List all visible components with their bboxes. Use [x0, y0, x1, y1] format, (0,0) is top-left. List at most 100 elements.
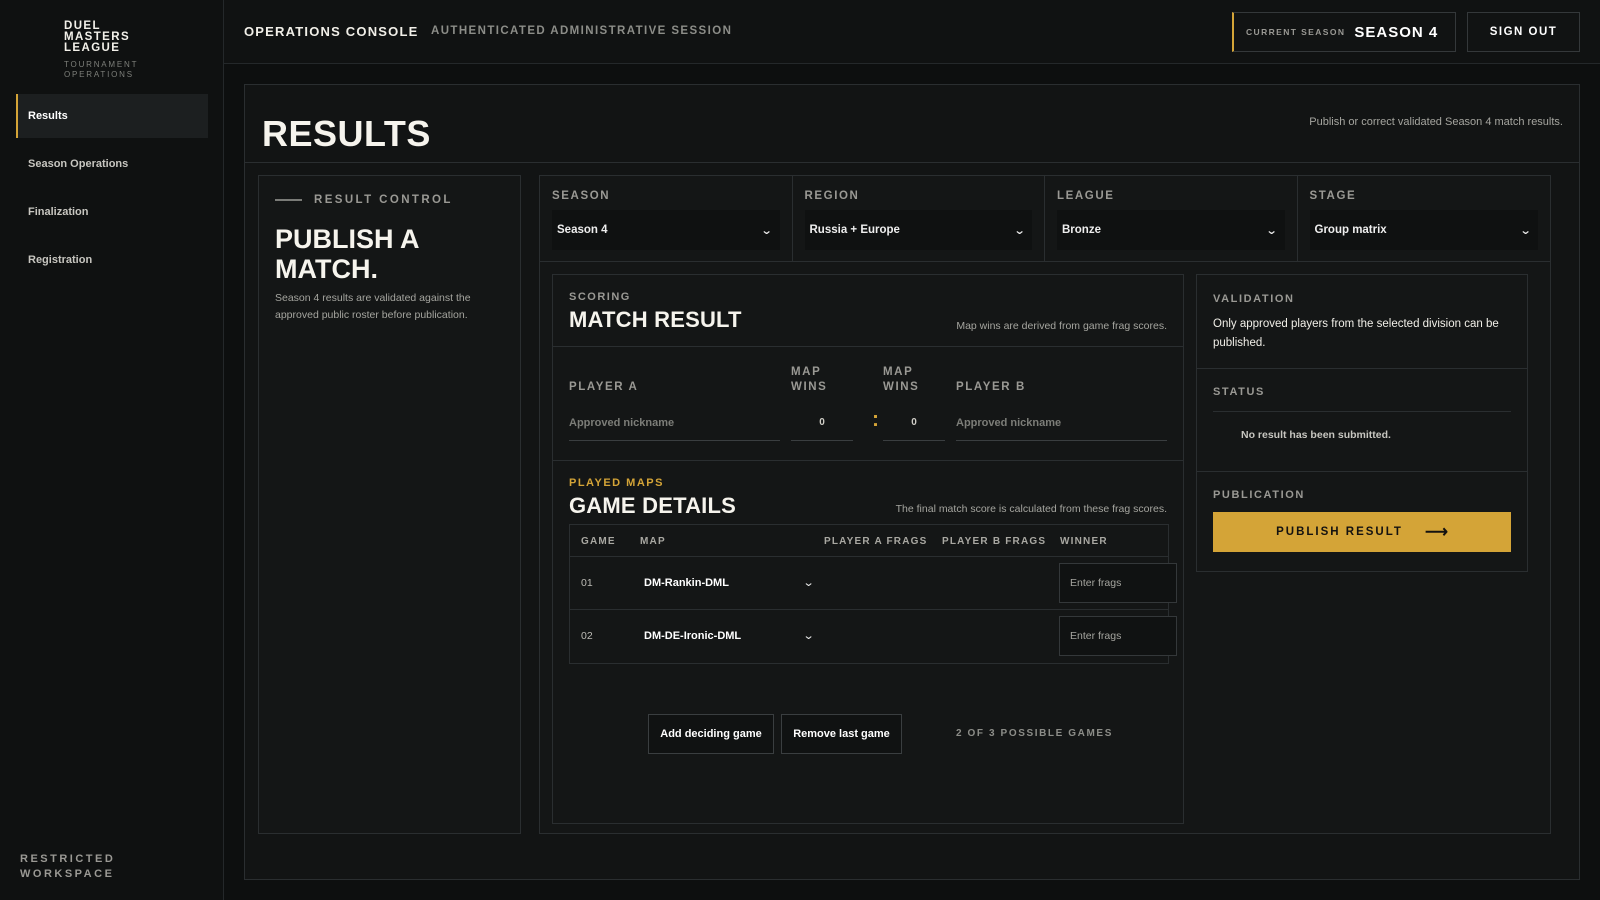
- current-season-badge: CURRENT SEASON SEASON 4: [1232, 12, 1456, 52]
- side-panel: VALIDATION Only approved players from th…: [1196, 274, 1528, 572]
- game-number: 02: [581, 630, 593, 642]
- region-filter: REGION Russia + Europe ⌄: [793, 176, 1045, 262]
- frags-input[interactable]: Enter frags: [1059, 616, 1177, 656]
- publication-section: PUBLICATION PUBLISH RESULT ⟶: [1197, 472, 1527, 571]
- sidebar-footer: RESTRICTED WORKSPACE: [20, 853, 116, 880]
- league-select-value: Bronze: [1062, 224, 1101, 236]
- score-separator: :: [872, 408, 879, 431]
- chevron-down-icon: ⌄: [1265, 224, 1278, 237]
- region-filter-label: REGION: [804, 190, 860, 202]
- map-select[interactable]: DM-Rankin-DML: [644, 577, 729, 589]
- dash-icon: [275, 199, 302, 201]
- frags-input[interactable]: Enter frags: [1059, 563, 1177, 603]
- status-text: No result has been submitted.: [1241, 429, 1391, 441]
- publish-result-button[interactable]: PUBLISH RESULT ⟶: [1213, 512, 1511, 552]
- brand-subtitle: TOURNAMENT OPERATIONS: [64, 60, 139, 79]
- season-filter-label: SEASON: [552, 190, 611, 202]
- games-count: 2 OF 3 POSSIBLE GAMES: [956, 728, 1113, 739]
- page-header: RESULTS Publish or correct validated Sea…: [245, 85, 1579, 163]
- topbar: OPERATIONS CONSOLE AUTHENTICATED ADMINIS…: [224, 0, 1600, 64]
- map-wins-b-label: MAP WINS: [883, 366, 920, 393]
- scoring-kicker: SCORING: [569, 291, 631, 303]
- col-player-b-frags: PLAYER B FRAGS: [942, 536, 1047, 547]
- col-map: MAP: [640, 536, 666, 547]
- stage-select[interactable]: Group matrix ⌄: [1309, 210, 1538, 250]
- map-wins-b-input[interactable]: 0: [883, 405, 945, 441]
- chevron-down-icon: ⌄: [1013, 224, 1026, 237]
- result-control-panel: RESULT CONTROL PUBLISH A MATCH. Season 4…: [258, 175, 521, 834]
- publish-match-title: PUBLISH A MATCH.: [275, 224, 420, 284]
- session-subtitle: AUTHENTICATED ADMINISTRATIVE SESSION: [431, 25, 733, 37]
- game-details-title: GAME DETAILS: [569, 493, 736, 518]
- match-result-title: MATCH RESULT: [569, 307, 742, 332]
- season-filter: SEASON Season 4 ⌄: [540, 176, 793, 262]
- result-workspace: SEASON Season 4 ⌄ REGION Russia + Europe…: [539, 175, 1551, 834]
- map-wins-a-input[interactable]: 0: [791, 405, 853, 441]
- league-filter-label: LEAGUE: [1057, 190, 1115, 202]
- game-details-note: The final match score is calculated from…: [895, 503, 1167, 515]
- league-filter: LEAGUE Bronze ⌄: [1045, 176, 1298, 262]
- validation-section: VALIDATION Only approved players from th…: [1197, 275, 1527, 369]
- publication-label: PUBLICATION: [1213, 489, 1305, 501]
- chevron-down-icon[interactable]: ⌄: [803, 576, 815, 589]
- sidebar-item-finalization[interactable]: Finalization: [16, 190, 208, 234]
- map-wins-a-label: MAP WINS: [791, 366, 828, 393]
- arrow-right-icon: ⟶: [1424, 524, 1448, 541]
- console-title: OPERATIONS CONSOLE: [244, 24, 419, 39]
- sign-out-button[interactable]: SIGN OUT: [1467, 12, 1580, 52]
- table-row: 01 DM-Rankin-DML ⌄ Enter frags: [570, 557, 1177, 610]
- result-control-label: RESULT CONTROL: [314, 194, 453, 206]
- player-score-row: PLAYER A MAP WINS MAP WINS PLAYER B Appr…: [553, 347, 1183, 461]
- season-select-value: Season 4: [557, 224, 608, 236]
- region-select[interactable]: Russia + Europe ⌄: [804, 210, 1032, 250]
- current-season-label: CURRENT SEASON: [1246, 27, 1346, 37]
- match-result-note: Map wins are derived from game frag scor…: [956, 320, 1167, 332]
- sidebar-item-season-operations[interactable]: Season Operations: [16, 142, 208, 186]
- result-control-kicker: RESULT CONTROL: [275, 194, 453, 206]
- stage-select-value: Group matrix: [1314, 224, 1387, 236]
- games-table: GAME MAP PLAYER A FRAGS PLAYER B FRAGS W…: [569, 524, 1177, 664]
- page-title: RESULTS: [262, 113, 431, 154]
- validation-text: Only approved players from the selected …: [1213, 318, 1499, 349]
- sidebar-nav: Results Season Operations Finalization R…: [16, 94, 208, 286]
- player-b-label: PLAYER B: [956, 381, 1026, 393]
- sidebar-item-registration[interactable]: Registration: [16, 238, 208, 282]
- status-divider: [1213, 411, 1511, 412]
- col-player-a-frags: PLAYER A FRAGS: [824, 536, 928, 547]
- remove-last-game-button[interactable]: Remove last game: [781, 714, 902, 754]
- player-a-label: PLAYER A: [569, 381, 639, 393]
- game-number: 01: [581, 577, 593, 589]
- publish-result-label: PUBLISH RESULT: [1276, 526, 1403, 538]
- current-season-value: SEASON 4: [1354, 23, 1439, 41]
- match-result-card: SCORING MATCH RESULT Map wins are derive…: [552, 274, 1184, 824]
- sidebar: DUEL MASTERS LEAGUE TOURNAMENT OPERATION…: [0, 0, 224, 900]
- status-section: STATUS No result has been submitted.: [1197, 369, 1527, 472]
- col-game: GAME: [581, 536, 616, 547]
- stage-filter: STAGE Group matrix ⌄: [1298, 176, 1551, 262]
- brand-logo: DUEL MASTERS LEAGUE TOURNAMENT OPERATION…: [64, 20, 139, 80]
- chevron-down-icon: ⌄: [1519, 224, 1532, 237]
- validation-label: VALIDATION: [1213, 293, 1295, 305]
- chevron-down-icon[interactable]: ⌄: [803, 629, 815, 642]
- region-select-value: Russia + Europe: [809, 224, 900, 236]
- played-maps-kicker: PLAYED MAPS: [569, 477, 664, 489]
- sidebar-item-results[interactable]: Results: [16, 94, 208, 138]
- stage-filter-label: STAGE: [1309, 190, 1357, 202]
- filter-bar: SEASON Season 4 ⌄ REGION Russia + Europe…: [540, 176, 1550, 262]
- publish-match-description: Season 4 results are validated against t…: [275, 292, 471, 321]
- game-details-section: PLAYED MAPS GAME DETAILS The final match…: [553, 461, 1183, 823]
- main-panel: RESULTS Publish or correct validated Sea…: [244, 84, 1580, 880]
- chevron-down-icon: ⌄: [760, 224, 773, 237]
- season-select[interactable]: Season 4 ⌄: [552, 210, 780, 250]
- player-b-input[interactable]: Approved nickname: [956, 405, 1167, 441]
- player-a-input[interactable]: Approved nickname: [569, 405, 780, 441]
- page-note: Publish or correct validated Season 4 ma…: [1309, 116, 1563, 128]
- games-table-header: GAME MAP PLAYER A FRAGS PLAYER B FRAGS W…: [570, 525, 1168, 557]
- match-result-header: SCORING MATCH RESULT Map wins are derive…: [553, 275, 1183, 347]
- map-select[interactable]: DM-DE-Ironic-DML: [644, 630, 741, 642]
- add-deciding-game-button[interactable]: Add deciding game: [648, 714, 774, 754]
- brand-name: DUEL MASTERS LEAGUE: [64, 20, 131, 54]
- status-label: STATUS: [1213, 386, 1265, 398]
- league-select[interactable]: Bronze ⌄: [1057, 210, 1285, 250]
- col-winner: WINNER: [1060, 536, 1108, 547]
